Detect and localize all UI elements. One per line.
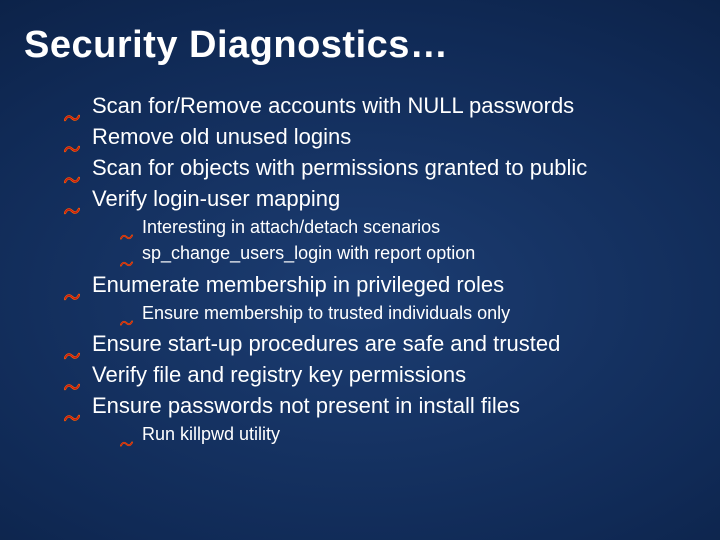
item-text: Scan for objects with permissions grante… [92, 155, 587, 180]
item-text: Run killpwd utility [142, 424, 280, 444]
bullet-icon [64, 194, 80, 223]
list-item: Ensure membership to trusted individuals… [120, 301, 700, 325]
list-item: Scan for objects with permissions grante… [64, 153, 700, 182]
list-item: Verify login-user mapping Interesting in… [64, 184, 700, 266]
slide-title: Security Diagnostics… [24, 24, 700, 67]
list-item: Enumerate membership in privileged roles… [64, 270, 700, 325]
bullet-list: Scan for/Remove accounts with NULL passw… [64, 91, 700, 446]
bullet-icon [120, 430, 133, 454]
item-text: Ensure passwords not present in install … [92, 393, 520, 418]
item-text: Verify login-user mapping [92, 186, 340, 211]
list-item: Verify file and registry key permissions [64, 360, 700, 389]
item-text: Interesting in attach/detach scenarios [142, 217, 440, 237]
sub-list: Interesting in attach/detach scenarios s… [120, 215, 700, 266]
list-item: Remove old unused logins [64, 122, 700, 151]
list-item: Scan for/Remove accounts with NULL passw… [64, 91, 700, 120]
list-item: Ensure passwords not present in install … [64, 391, 700, 446]
item-text: Enumerate membership in privileged roles [92, 272, 504, 297]
item-text: Ensure start-up procedures are safe and … [92, 331, 560, 356]
sub-list: Run killpwd utility [120, 422, 700, 446]
item-text: Remove old unused logins [92, 124, 351, 149]
item-text: sp_change_users_login with report option [142, 243, 475, 263]
item-text: Verify file and registry key permissions [92, 362, 466, 387]
item-text: Scan for/Remove accounts with NULL passw… [92, 93, 574, 118]
item-text: Ensure membership to trusted individuals… [142, 303, 510, 323]
list-item: Interesting in attach/detach scenarios [120, 215, 700, 239]
sub-list: Ensure membership to trusted individuals… [120, 301, 700, 325]
bullet-icon [64, 280, 80, 309]
bullet-icon [64, 401, 80, 430]
list-item: Ensure start-up procedures are safe and … [64, 329, 700, 358]
slide: Security Diagnostics… Scan for/Remove ac… [0, 0, 720, 540]
list-item: sp_change_users_login with report option [120, 241, 700, 265]
list-item: Run killpwd utility [120, 422, 700, 446]
